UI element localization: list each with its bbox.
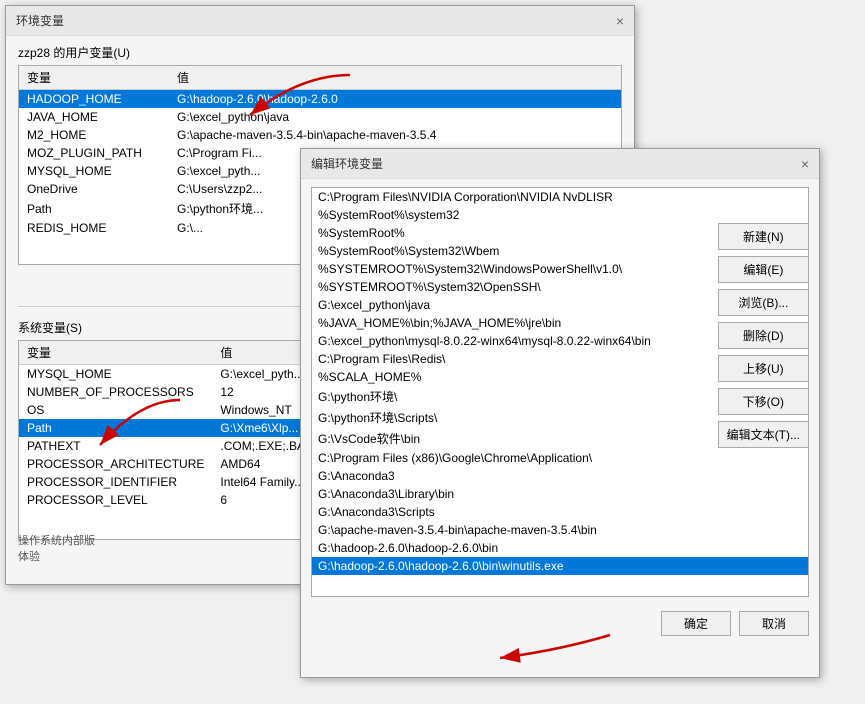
env-window-title: 环境变量: [16, 12, 64, 29]
user-var-name: Path: [19, 198, 169, 219]
user-var-name: OneDrive: [19, 180, 169, 198]
edit-new-btn[interactable]: 新建(N): [718, 223, 809, 250]
env-window-close[interactable]: ×: [616, 14, 624, 28]
system-var-name: NUMBER_OF_PROCESSORS: [19, 383, 212, 401]
list-item[interactable]: G:\Anaconda3\Library\bin: [312, 485, 808, 503]
user-var-name: HADOOP_HOME: [19, 90, 169, 109]
system-var-name: MYSQL_HOME: [19, 365, 212, 384]
list-item[interactable]: %SystemRoot%\system32: [312, 206, 808, 224]
edit-window-titlebar: 编辑环境变量 ×: [301, 149, 819, 179]
user-col-value: 值: [169, 66, 621, 90]
edit-window-title: 编辑环境变量: [311, 155, 383, 172]
edit-browse-btn[interactable]: 浏览(B)...: [718, 289, 809, 316]
edit-up-btn[interactable]: 上移(U): [718, 355, 809, 382]
system-var-name: PROCESSOR_IDENTIFIER: [19, 473, 212, 491]
user-var-value: G:\excel_python\java: [169, 108, 621, 126]
user-table-row[interactable]: JAVA_HOMEG:\excel_python\java: [19, 108, 621, 126]
user-var-value: G:\apache-maven-3.5.4-bin\apache-maven-3…: [169, 126, 621, 144]
list-item[interactable]: G:\hadoop-2.6.0\hadoop-2.6.0\bin: [312, 539, 808, 557]
user-col-name: 变量: [19, 66, 169, 90]
user-section-label: zzp28 的用户变量(U): [6, 36, 634, 65]
user-var-name: MOZ_PLUGIN_PATH: [19, 144, 169, 162]
edit-delete-btn[interactable]: 删除(D): [718, 322, 809, 349]
edit-text-btn[interactable]: 编辑文本(T)...: [718, 421, 809, 448]
edit-bottom-btns: 确定 取消: [301, 605, 819, 642]
system-var-name: PROCESSOR_LEVEL: [19, 491, 212, 509]
user-var-name: M2_HOME: [19, 126, 169, 144]
system-var-name: PATHEXT: [19, 437, 212, 455]
system-var-name: OS: [19, 401, 212, 419]
list-item[interactable]: C:\Program Files (x86)\Google\Chrome\App…: [312, 449, 808, 467]
user-table-row[interactable]: HADOOP_HOMEG:\hadoop-2.6.0\hadoop-2.6.0: [19, 90, 621, 109]
edit-window: 编辑环境变量 × C:\Program Files\NVIDIA Corpora…: [300, 148, 820, 678]
list-item[interactable]: C:\Program Files\NVIDIA Corporation\NVID…: [312, 188, 808, 206]
user-var-name: REDIS_HOME: [19, 219, 169, 237]
edit-cancel-btn[interactable]: 取消: [739, 611, 809, 636]
edit-down-btn[interactable]: 下移(O): [718, 388, 809, 415]
edit-content: C:\Program Files\NVIDIA Corporation\NVID…: [301, 187, 819, 597]
list-item[interactable]: G:\apache-maven-3.5.4-bin\apache-maven-3…: [312, 521, 808, 539]
edit-edit-btn[interactable]: 编辑(E): [718, 256, 809, 283]
user-var-name: JAVA_HOME: [19, 108, 169, 126]
env-window-titlebar: 环境变量 ×: [6, 6, 634, 36]
system-col-name: 变量: [19, 341, 212, 365]
edit-window-close[interactable]: ×: [801, 157, 809, 171]
user-var-name: MYSQL_HOME: [19, 162, 169, 180]
system-var-name: PROCESSOR_ARCHITECTURE: [19, 455, 212, 473]
user-var-value: G:\hadoop-2.6.0\hadoop-2.6.0: [169, 90, 621, 109]
edit-ok-btn[interactable]: 确定: [661, 611, 731, 636]
list-item[interactable]: G:\Anaconda3\Scripts: [312, 503, 808, 521]
edit-side-buttons: 新建(N) 编辑(E) 浏览(B)... 删除(D) 上移(U) 下移(O) 编…: [718, 223, 809, 448]
system-var-name: Path: [19, 419, 212, 437]
user-table-row[interactable]: M2_HOMEG:\apache-maven-3.5.4-bin\apache-…: [19, 126, 621, 144]
list-item[interactable]: G:\Anaconda3: [312, 467, 808, 485]
list-item[interactable]: G:\hadoop-2.6.0\hadoop-2.6.0\bin\winutil…: [312, 557, 808, 575]
